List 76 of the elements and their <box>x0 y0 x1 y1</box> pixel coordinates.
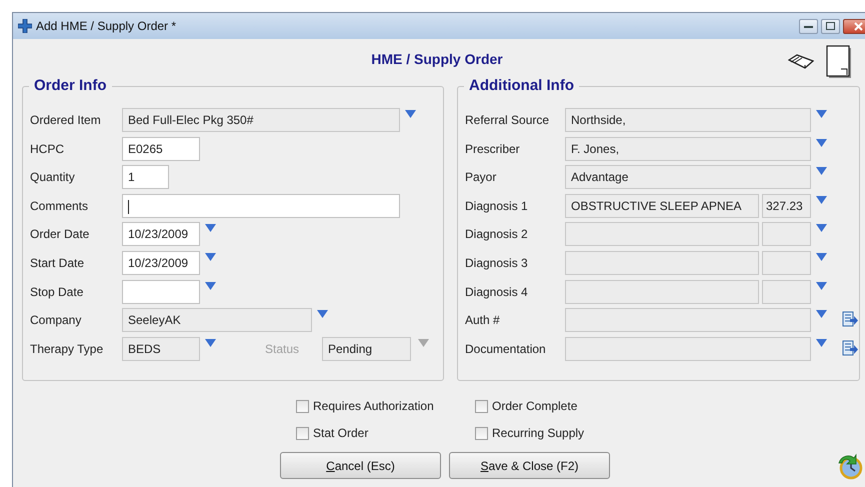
field-label: Auth # <box>465 312 501 330</box>
dropdown-arrow-icon[interactable] <box>816 110 827 119</box>
dropdown-arrow-icon[interactable] <box>816 196 827 205</box>
dropdown-field[interactable] <box>565 222 759 246</box>
field-label: Order Date <box>30 226 90 244</box>
field-label: Quantity <box>30 169 76 186</box>
minimize-icon[interactable] <box>804 24 813 28</box>
code-field[interactable] <box>762 222 811 246</box>
checkbox[interactable]: Requires Authorization <box>296 397 475 415</box>
dropdown-field[interactable]: SeeleyAK <box>122 308 312 332</box>
dropdown-arrow-icon[interactable] <box>205 252 216 262</box>
minimize-button[interactable] <box>799 18 818 34</box>
field-label: Status <box>265 340 300 358</box>
checkbox[interactable]: Order Complete <box>475 397 635 415</box>
export-document-icon[interactable] <box>842 340 858 357</box>
field-label: Diagnosis 4 <box>465 284 529 301</box>
dropdown-field[interactable]: 10/23/2009 <box>122 250 200 275</box>
field-label: Stop Date <box>30 284 84 301</box>
dropdown-arrow-icon[interactable] <box>405 110 416 119</box>
field-label: Ordered Item <box>30 112 102 129</box>
code-field[interactable] <box>762 250 811 275</box>
dropdown-arrow-icon[interactable] <box>816 224 827 234</box>
app-cross-icon <box>18 19 32 33</box>
field-label: Referral Source <box>465 112 550 129</box>
text-field[interactable] <box>122 194 400 218</box>
dropdown-field[interactable] <box>565 308 811 332</box>
dialog-button[interactable]: Save & Close (F2) <box>449 452 610 479</box>
dropdown-arrow-icon[interactable] <box>816 338 827 348</box>
field-label: Start Date <box>30 254 86 272</box>
dropdown-arrow-icon[interactable] <box>317 310 328 320</box>
dropdown-arrow-icon[interactable] <box>816 310 827 320</box>
field-label: Diagnosis 3 <box>465 254 529 272</box>
dropdown-field[interactable] <box>565 336 811 361</box>
window-title: Add HME / Supply Order * <box>36 18 176 35</box>
dropdown-field[interactable] <box>565 280 759 304</box>
field-label: Therapy Type <box>30 340 104 358</box>
field-label: Documentation <box>465 340 547 358</box>
book-icon[interactable] <box>788 54 814 70</box>
field-label: Comments <box>30 198 90 215</box>
dropdown-arrow-icon[interactable] <box>816 282 827 291</box>
text-field[interactable]: 1 <box>122 165 169 190</box>
dropdown-field[interactable]: Advantage <box>565 165 811 190</box>
dropdown-arrow-icon[interactable] <box>205 282 216 291</box>
checkbox[interactable]: Stat Order <box>296 424 475 442</box>
dropdown-field[interactable]: 10/23/2009 <box>122 222 200 246</box>
dropdown-field[interactable]: OBSTRUCTIVE SLEEP APNEA <box>565 194 759 218</box>
field-label: Prescriber <box>465 140 521 158</box>
close-icon[interactable] <box>854 22 862 30</box>
dropdown-arrow-icon[interactable] <box>816 167 827 176</box>
maximize-button[interactable] <box>821 18 840 34</box>
field-label: Diagnosis 1 <box>465 198 529 215</box>
field-label: Payor <box>465 169 498 186</box>
document-icon[interactable] <box>826 45 852 79</box>
code-field[interactable]: 327.23 <box>762 194 811 218</box>
dropdown-arrow-icon[interactable] <box>205 338 216 348</box>
dropdown-arrow-icon[interactable] <box>816 252 827 262</box>
dropdown-field[interactable] <box>565 250 759 275</box>
checkbox[interactable]: Recurring Supply <box>475 424 635 442</box>
close-button[interactable] <box>843 18 865 34</box>
dropdown-field[interactable] <box>122 280 200 304</box>
dropdown-arrow-icon[interactable] <box>205 224 216 234</box>
dropdown-field[interactable]: BEDS <box>122 336 200 361</box>
code-field[interactable] <box>762 280 811 304</box>
dropdown-field[interactable]: Bed Full-Elec Pkg 350# <box>122 108 400 132</box>
text-field[interactable]: E0265 <box>122 136 200 161</box>
maximize-icon[interactable] <box>826 22 835 30</box>
field-label: Diagnosis 2 <box>465 226 529 244</box>
dropdown-field[interactable]: F. Jones, <box>565 136 811 161</box>
help-clock-icon[interactable] <box>837 453 863 480</box>
field-label: HCPC <box>30 140 66 158</box>
dropdown-arrow-icon[interactable] <box>816 138 827 148</box>
form-heading: HME / Supply Order <box>371 51 503 67</box>
dialog-button[interactable]: Cancel (Esc) <box>280 452 441 479</box>
export-document-icon[interactable] <box>842 311 858 328</box>
dropdown-field[interactable]: Northside, <box>565 108 811 132</box>
field-label: Company <box>30 312 82 330</box>
